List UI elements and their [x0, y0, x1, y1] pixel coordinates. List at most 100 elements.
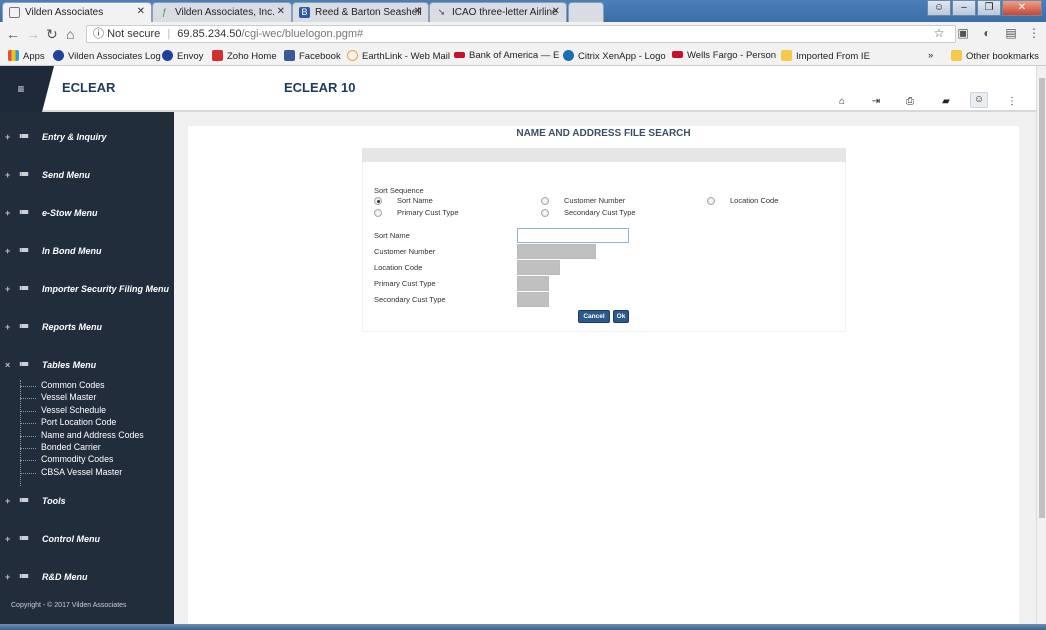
url-input[interactable]: ⓘ Not secure | 69.85.234.50/cgi-wec/blue…: [86, 25, 956, 43]
apps-icon: [8, 50, 19, 61]
tab-title: Vilden Associates: [25, 7, 104, 18]
bookmark-facebook[interactable]: Facebook: [284, 50, 341, 62]
radio-secondary-cust-type[interactable]: [541, 209, 549, 217]
bookmark-vilden[interactable]: Vilden Associates Log: [53, 50, 161, 62]
sidebar-item-rd-menu[interactable]: + ≔ R&D Menu: [0, 568, 174, 588]
tab-reed-barton[interactable]: B Reed & Barton Seashell ✕: [292, 2, 429, 22]
more-bookmarks-button[interactable]: »: [928, 50, 933, 61]
book-icon[interactable]: ▰: [940, 96, 952, 107]
forward-icon[interactable]: →: [26, 26, 40, 42]
sidebar-item-importer-security[interactable]: + ≔ Importer Security Filing Menu: [0, 280, 174, 300]
reload-icon[interactable]: ↻: [46, 26, 58, 43]
sidebar-item-tools[interactable]: + ≔ Tools: [0, 492, 174, 512]
radio-sort-name[interactable]: [374, 197, 382, 205]
bookmark-bofa[interactable]: Bank of America — E: [454, 50, 559, 61]
secondary-cust-type-label: Secondary Cust Type: [374, 295, 446, 304]
radio-customer-number[interactable]: [541, 197, 549, 205]
sidebar-item-label: Reports Menu: [42, 322, 103, 332]
bookmark-apps[interactable]: Apps: [8, 50, 45, 62]
sign-out-icon[interactable]: ⇥: [870, 96, 882, 107]
print-icon[interactable]: ⎙: [904, 96, 916, 107]
divider: |: [167, 28, 171, 40]
bookmark-imported-ie[interactable]: Imported From IE: [781, 50, 870, 62]
submenu-item-name-address-codes[interactable]: Name and Address Codes: [20, 430, 144, 442]
sidebar-item-estow-menu[interactable]: + ≔ e-Stow Menu: [0, 204, 174, 224]
back-icon[interactable]: ←: [6, 26, 20, 42]
submenu-item-common-codes[interactable]: Common Codes: [20, 380, 144, 392]
user-icon[interactable]: ☺: [970, 92, 988, 108]
tab-vilden-associates-inc[interactable]: ƒ Vilden Associates, Inc. ✕: [152, 2, 292, 22]
bookmark-zoho[interactable]: Zoho Home: [212, 50, 277, 62]
url-host: 69.85.234.50: [177, 28, 242, 40]
close-icon[interactable]: ✕: [552, 6, 560, 17]
bookmark-other[interactable]: Other bookmarks: [951, 50, 1039, 62]
bookmark-citrix[interactable]: Citrix XenApp - Logo: [563, 50, 666, 62]
sidebar-item-entry-inquiry[interactable]: + ≔ Entry & Inquiry: [0, 128, 174, 148]
bookmark-envoy[interactable]: Envoy: [162, 50, 203, 62]
vertical-scrollbar[interactable]: [1036, 66, 1046, 624]
scrollbar-thumb[interactable]: [1039, 78, 1045, 518]
home-icon[interactable]: ⌂: [836, 96, 848, 107]
brand-shape: [42, 66, 54, 112]
sidebar-toggle-button[interactable]: ≡: [0, 66, 42, 112]
sort-name-input[interactable]: [517, 228, 629, 243]
star-icon[interactable]: ☆: [933, 27, 945, 39]
submenu-item-vessel-master[interactable]: Vessel Master: [20, 392, 144, 404]
minimize-icon[interactable]: –: [952, 0, 976, 16]
sidebar-item-label: Send Menu: [42, 170, 91, 180]
info-icon[interactable]: ⓘ: [93, 28, 104, 40]
sidebar-item-send-menu[interactable]: + ≔ Send Menu: [0, 166, 174, 186]
restore-icon[interactable]: ❐: [977, 0, 1001, 16]
submenu-item-bonded-carrier[interactable]: Bonded Carrier: [20, 442, 144, 454]
sidebar-item-tables-menu[interactable]: × ≔ Tables Menu: [0, 356, 174, 376]
sidebar-item-reports-menu[interactable]: + ≔ Reports Menu: [0, 318, 174, 338]
submenu-item-port-location-code[interactable]: Port Location Code: [20, 417, 144, 429]
tab-vilden-associates[interactable]: Vilden Associates ✕: [2, 2, 152, 22]
extension-icon[interactable]: ◐: [981, 27, 993, 39]
list-icon: ≔: [19, 495, 29, 506]
cancel-button[interactable]: Cancel: [578, 310, 610, 323]
folder-icon: [951, 50, 962, 61]
home-icon[interactable]: ⌂: [66, 26, 74, 42]
new-tab-button[interactable]: [568, 2, 604, 22]
bookmark-earthlink[interactable]: EarthLink - Web Mail: [347, 50, 450, 62]
sidebar-item-in-bond-menu[interactable]: + ≔ In Bond Menu: [0, 242, 174, 262]
submenu-item-commodity-codes[interactable]: Commodity Codes: [20, 454, 144, 466]
window-controls: ☺ – ❐ ✕: [927, 0, 1042, 16]
tab-icao[interactable]: ➘ ICAO three-letter Airline ✕: [429, 2, 567, 22]
page-icon: [9, 7, 20, 18]
leaf-icon: ƒ: [161, 7, 167, 17]
list-icon: ≔: [19, 321, 29, 332]
submenu-item-vessel-schedule[interactable]: Vessel Schedule: [20, 405, 144, 417]
radio-label: Location Code: [730, 196, 779, 205]
expand-icon: +: [5, 284, 11, 294]
close-window-icon[interactable]: ✕: [1002, 0, 1042, 16]
extension-icon[interactable]: ▣: [957, 27, 969, 39]
customer-number-input[interactable]: [517, 244, 596, 259]
sidebar-item-label: Entry & Inquiry: [42, 132, 107, 142]
submenu-item-cbsa-vessel-master[interactable]: CBSA Vessel Master: [20, 467, 144, 479]
security-status[interactable]: Not secure: [107, 28, 160, 40]
list-icon: ≔: [19, 283, 29, 294]
site-icon: [162, 50, 173, 61]
primary-cust-type-input[interactable]: [517, 276, 549, 291]
ok-button[interactable]: Ok: [613, 310, 629, 323]
radio-primary-cust-type[interactable]: [374, 209, 382, 217]
menu-icon[interactable]: ⋮: [1028, 27, 1040, 39]
location-code-input[interactable]: [517, 260, 560, 275]
facebook-icon: [284, 50, 295, 61]
sidebar-item-label: Tables Menu: [42, 360, 97, 370]
extension-icon[interactable]: ▤: [1005, 27, 1017, 39]
bookmark-wells-fargo[interactable]: Wells Fargo - Person: [672, 50, 776, 61]
close-icon[interactable]: ✕: [277, 6, 285, 17]
app-header: ≡ ECLEAR ECLEAR 10 ⌂ ⇥ ⎙ ▰ ☺ ⋮: [0, 66, 1036, 112]
secondary-cust-type-input[interactable]: [517, 292, 549, 307]
radio-location-code[interactable]: [707, 197, 715, 205]
user-icon[interactable]: ☺: [927, 0, 951, 16]
tab-title: Vilden Associates, Inc.: [175, 7, 275, 18]
close-icon[interactable]: ✕: [137, 6, 145, 17]
sidebar-item-control-menu[interactable]: + ≔ Control Menu: [0, 530, 174, 550]
more-icon[interactable]: ⋮: [1006, 96, 1018, 107]
close-icon[interactable]: ✕: [414, 6, 422, 17]
sort-name-label: Sort Name: [374, 231, 410, 240]
